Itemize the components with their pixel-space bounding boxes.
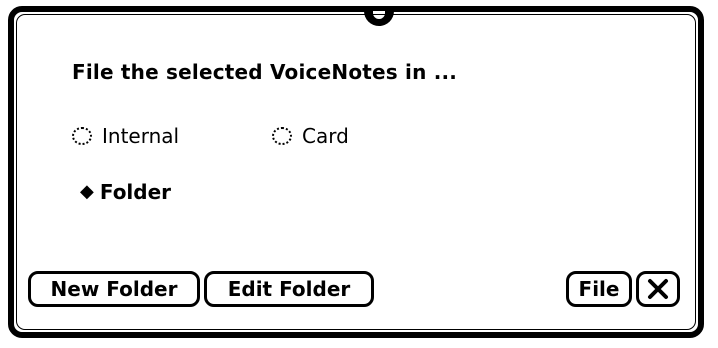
radio-card[interactable]: Card [272,124,349,148]
folder-picker-label: Folder [99,180,172,204]
radio-card-label: Card [302,124,349,148]
filing-prompt: File the selected VoiceNotes in ... [72,60,458,84]
radio-unselected-icon [272,127,292,145]
radio-internal[interactable]: Internal [72,124,179,148]
edit-folder-button[interactable]: Edit Folder [204,271,374,307]
close-button[interactable] [636,271,680,307]
close-icon [646,277,670,301]
new-folder-button[interactable]: New Folder [28,271,200,307]
radio-unselected-icon [72,127,92,145]
diamond-icon: ◆ [80,181,94,202]
drag-tab-icon[interactable] [364,10,394,26]
radio-internal-label: Internal [102,124,180,148]
folder-picker[interactable]: ◆ Folder [80,180,171,204]
file-button[interactable]: File [566,271,632,307]
